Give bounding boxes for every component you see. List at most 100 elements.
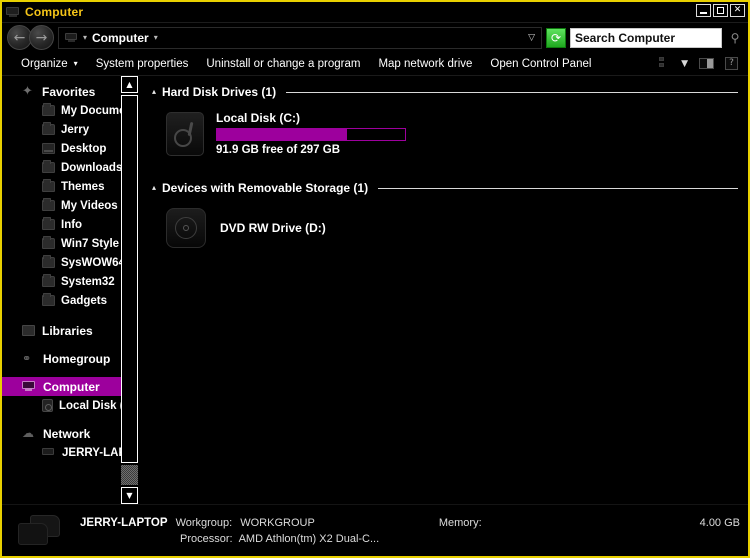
sidebar-item-favorites[interactable]: ✦ Favorites (2, 82, 138, 101)
sidebar-item-info[interactable]: Info (2, 215, 138, 234)
breadcrumb-chevron-down-icon[interactable]: ▾ (154, 33, 158, 42)
chevron-down-icon[interactable]: ▾ (83, 33, 87, 42)
sidebar-item-label: SysWOW64 (61, 256, 125, 269)
drive-item-dvd-rw-d[interactable]: DVD RW Drive (D:) (152, 200, 738, 248)
sidebar-item-label: Network (43, 426, 91, 441)
preview-pane-icon[interactable] (699, 58, 714, 69)
computer-group-icon (16, 512, 66, 550)
folder-icon (42, 198, 55, 211)
scrollbar-track-gray[interactable] (121, 465, 138, 485)
nav-group-favorites: ✦ Favorites My Documents Jerry Desktop D… (2, 82, 138, 310)
address-bar: ← → ▾ Computer ▾ ▽ ⟳ Search Computer ⚲ (2, 22, 748, 52)
maximize-button[interactable] (713, 4, 728, 17)
sidebar-item-homegroup[interactable]: ⚭ Homegroup (2, 349, 138, 368)
drive-name: DVD RW Drive (D:) (220, 221, 326, 235)
sidebar-item-gadgets[interactable]: Gadgets (2, 291, 138, 310)
sidebar-item-system32[interactable]: System32 (2, 272, 138, 291)
window-body: ✦ Favorites My Documents Jerry Desktop D… (2, 76, 748, 504)
forward-button[interactable]: → (29, 25, 54, 50)
history-dropdown-icon[interactable]: ▽ (528, 33, 535, 43)
help-icon[interactable]: ? (725, 57, 738, 70)
chevron-down-icon: ▾ (73, 59, 78, 68)
section-title: Hard Disk Drives (1) (162, 85, 277, 99)
folder-icon (42, 293, 55, 306)
network-icon: ☁ (22, 426, 34, 440)
sidebar-item-downloads[interactable]: Downloads (2, 158, 138, 177)
section-title: Devices with Removable Storage (1) (162, 181, 369, 195)
sidebar-scrollbar[interactable]: ▲ ▼ (121, 76, 138, 504)
status-line-two: Processor: AMD Athlon(tm) X2 Dual-C... (80, 533, 740, 545)
sidebar-item-syswow64[interactable]: SysWOW64 (2, 253, 138, 272)
refresh-icon[interactable]: ⟳ (546, 27, 566, 48)
harddisk-icon (166, 112, 204, 156)
scrollbar-track[interactable] (121, 93, 138, 487)
view-dropdown-caret-icon[interactable]: ▼ (681, 59, 688, 69)
sidebar-item-network[interactable]: ☁ Network (2, 424, 138, 443)
sidebar-item-my-videos[interactable]: My Videos (2, 196, 138, 215)
sidebar-item-jerry[interactable]: Jerry (2, 120, 138, 139)
sidebar-item-label: Themes (61, 180, 105, 193)
search-icon[interactable]: ⚲ (726, 31, 744, 45)
toolbar-item-label: Open Control Panel (490, 57, 592, 70)
dvd-drive-icon (166, 208, 206, 248)
processor-label: Processor: (180, 532, 233, 545)
drive-item-local-disk-c[interactable]: Local Disk (C:) 91.9 GB free of 297 GB (152, 104, 738, 164)
sidebar-item-jerry-laptop[interactable]: JERRY-LAPTO (2, 443, 138, 462)
computer-name: JERRY-LAPTOP (80, 516, 168, 529)
scrollbar-thumb[interactable] (121, 95, 138, 463)
view-mode-icon[interactable] (654, 56, 670, 72)
breadcrumb[interactable]: Computer (92, 31, 149, 45)
close-button[interactable]: ✕ (730, 4, 745, 17)
sidebar-item-label: Computer (43, 379, 100, 394)
scroll-up-arrow-icon[interactable]: ▲ (121, 76, 138, 93)
folder-icon (42, 122, 55, 135)
toolbar-item-organize[interactable]: Organize ▾ (12, 58, 87, 70)
nav-buttons: ← → (7, 25, 54, 50)
sidebar-item-my-documents[interactable]: My Documents (2, 101, 138, 120)
toolbar-right-icons: ▼ ? (654, 56, 742, 72)
section-header-hard-disk-drives[interactable]: ▴ Hard Disk Drives (1) (152, 84, 738, 100)
sidebar-item-local-disk-c[interactable]: Local Disk (C:) (2, 396, 138, 415)
processor-value: AMD Athlon(tm) X2 Dual-C... (238, 532, 380, 545)
sidebar-item-win7-style-builder[interactable]: Win7 Style Bui (2, 234, 138, 253)
search-input-value: Search Computer (575, 30, 676, 45)
memory-label: Memory: (438, 516, 482, 529)
star-icon: ✦ (22, 84, 33, 99)
computer-icon (42, 447, 56, 458)
toolbar-item-uninstall[interactable]: Uninstall or change a program (197, 58, 369, 70)
sidebar-item-label: Libraries (42, 323, 93, 338)
toolbar-item-open-control-panel[interactable]: Open Control Panel (481, 58, 600, 70)
section-divider (286, 91, 738, 93)
sidebar-item-label: System32 (61, 275, 115, 288)
scroll-down-arrow-icon[interactable]: ▼ (121, 487, 138, 504)
drive-usage-fill (217, 129, 347, 140)
section-header-removable-storage[interactable]: ▴ Devices with Removable Storage (1) (152, 180, 738, 196)
harddisk-icon (42, 399, 53, 412)
section-divider (378, 187, 738, 189)
folder-icon (42, 103, 55, 116)
sidebar-item-desktop[interactable]: Desktop (2, 139, 138, 158)
toolbar-item-map-network-drive[interactable]: Map network drive (369, 58, 481, 70)
toolbar: Organize ▾ System properties Uninstall o… (2, 52, 748, 76)
status-line-one: JERRY-LAPTOP Workgroup: WORKGROUP Memory… (80, 517, 740, 529)
toolbar-item-label: Organize (21, 57, 68, 70)
collapse-triangle-icon[interactable]: ▴ (152, 184, 156, 192)
folder-icon (42, 217, 55, 230)
sidebar-item-label: Info (61, 218, 83, 231)
drive-name: Local Disk (C:) (216, 111, 301, 125)
computer-icon (22, 381, 36, 392)
toolbar-item-system-properties[interactable]: System properties (87, 58, 198, 70)
sidebar-item-computer[interactable]: Computer (2, 377, 138, 396)
toolbar-item-label: System properties (95, 57, 189, 70)
sidebar-item-label: Gadgets (61, 294, 108, 307)
sidebar-item-libraries[interactable]: Libraries (2, 321, 138, 340)
desktop-icon (42, 143, 55, 154)
folder-icon (42, 160, 55, 173)
address-input[interactable]: ▾ Computer ▾ ▽ (58, 26, 542, 49)
minimize-button[interactable] (696, 4, 711, 17)
sidebar-item-label: Desktop (61, 142, 107, 155)
search-input[interactable]: Search Computer (570, 27, 722, 48)
sidebar-item-themes[interactable]: Themes (2, 177, 138, 196)
collapse-triangle-icon[interactable]: ▴ (152, 88, 156, 96)
drive-free-space: 91.9 GB free of 297 GB (216, 144, 340, 156)
